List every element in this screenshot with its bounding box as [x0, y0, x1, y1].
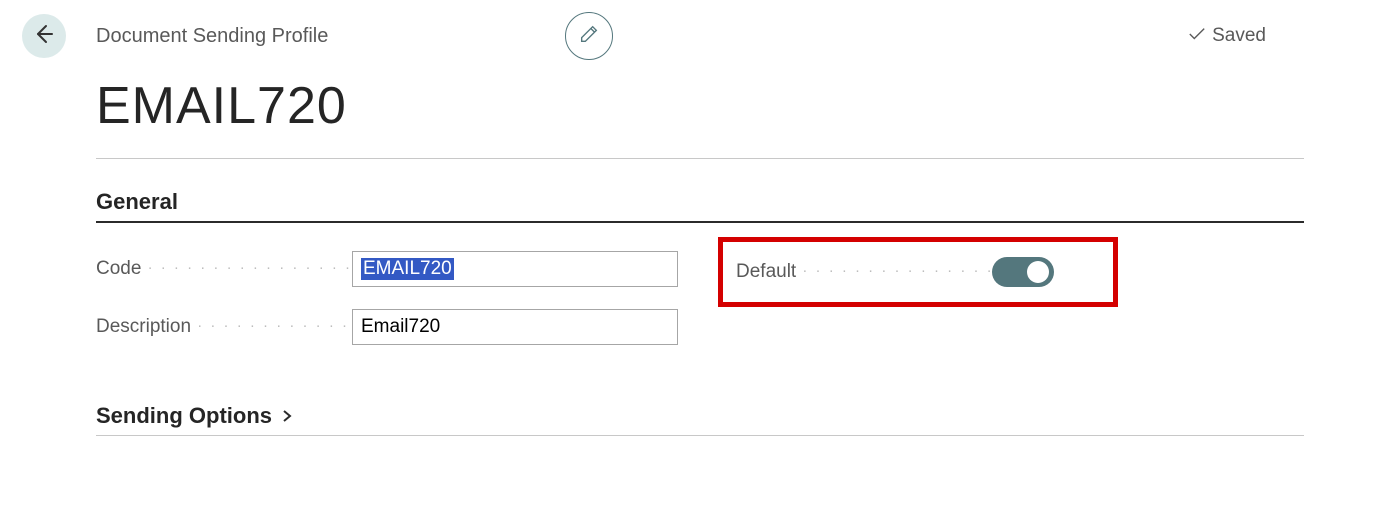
default-toggle[interactable] — [992, 257, 1054, 287]
saved-label: Saved — [1212, 25, 1266, 47]
toggle-knob — [1027, 261, 1049, 283]
content-area: EMAIL720 General Code EMAIL720 Descripti… — [0, 76, 1400, 436]
share-button[interactable] — [665, 25, 687, 47]
title-divider — [96, 158, 1304, 159]
top-bar: Document Sending Profile — [0, 0, 1400, 62]
new-button[interactable] — [739, 25, 761, 47]
check-icon — [1188, 25, 1206, 47]
general-fields-right: Default — [726, 251, 1304, 345]
code-input[interactable]: EMAIL720 — [352, 251, 678, 287]
center-actions — [565, 12, 835, 60]
section-general-title: General — [96, 189, 178, 215]
field-description: Description — [96, 309, 678, 345]
section-sending-options-title: Sending Options — [96, 403, 272, 429]
description-input[interactable] — [352, 309, 678, 345]
back-button[interactable] — [22, 14, 66, 58]
code-input-value: EMAIL720 — [361, 258, 454, 280]
page-type-label: Document Sending Profile — [96, 25, 328, 48]
right-actions: Saved — [1188, 25, 1378, 47]
field-default-label: Default — [736, 261, 992, 283]
general-fields-left: Code EMAIL720 Description — [96, 251, 678, 345]
saved-indicator: Saved — [1188, 25, 1266, 47]
general-fields: Code EMAIL720 Description Default — [96, 251, 1304, 345]
field-code-label: Code — [96, 258, 352, 280]
entity-title: EMAIL720 — [96, 76, 1304, 136]
section-sending-options: Sending Options — [96, 403, 1304, 436]
field-code: Code EMAIL720 — [96, 251, 678, 287]
back-arrow-icon — [32, 22, 56, 51]
section-sending-options-header[interactable]: Sending Options — [96, 403, 1304, 436]
chevron-right-icon — [280, 403, 294, 429]
expand-button[interactable] — [1356, 25, 1378, 47]
edit-button[interactable] — [565, 12, 613, 60]
section-general-header[interactable]: General — [96, 189, 1304, 223]
delete-button[interactable] — [813, 25, 835, 47]
popout-button[interactable] — [1300, 25, 1322, 47]
field-default: Default — [726, 251, 1304, 293]
pencil-icon — [578, 23, 600, 50]
field-description-label: Description — [96, 316, 352, 338]
